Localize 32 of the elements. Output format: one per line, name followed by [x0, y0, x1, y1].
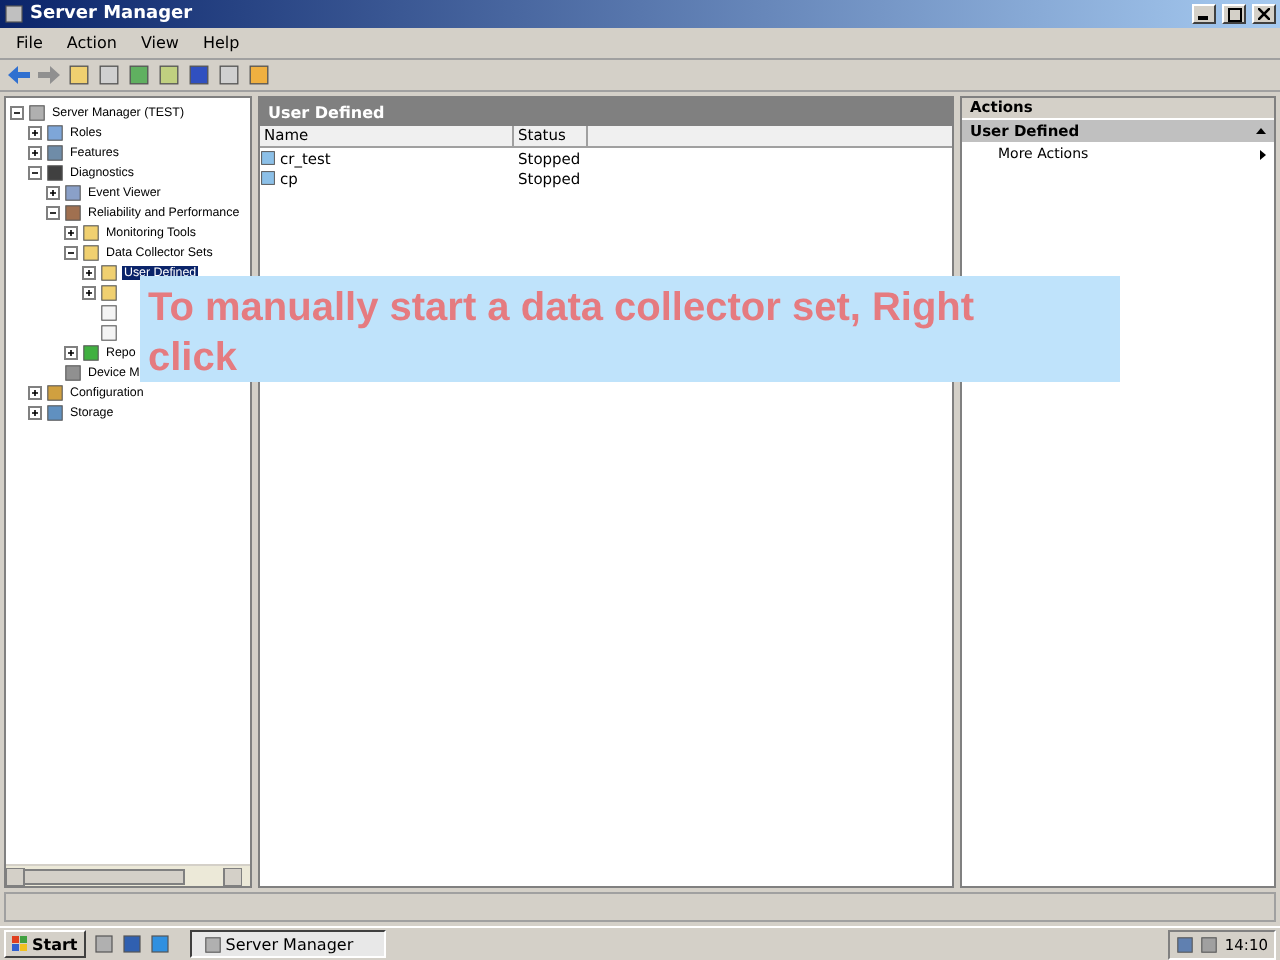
pane-title: User Defined	[260, 98, 952, 126]
maximize-button[interactable]	[1222, 4, 1246, 24]
expand-toggle[interactable]	[46, 185, 60, 199]
start-button[interactable]: Start	[4, 930, 86, 958]
horizontal-scrollbar[interactable]	[6, 867, 242, 885]
minimize-button[interactable]	[1192, 4, 1216, 24]
collapse-toggle[interactable]	[46, 205, 60, 219]
expand-toggle[interactable]	[28, 145, 42, 159]
expand-toggle[interactable]	[28, 405, 42, 419]
expand-toggle[interactable]	[28, 125, 42, 139]
expand-toggle[interactable]	[64, 345, 78, 359]
expand-toggle[interactable]	[28, 385, 42, 399]
collapse-toggle[interactable]	[10, 105, 24, 119]
submenu-arrow-icon	[1260, 149, 1266, 159]
close-icon	[1258, 8, 1270, 20]
close-button[interactable]	[1252, 4, 1276, 24]
menu-item[interactable]: Action	[66, 34, 117, 52]
collapse-toggle[interactable]	[28, 165, 42, 179]
menu-item[interactable]: View	[140, 34, 179, 52]
taskbar-button[interactable]: Server Manager	[189, 930, 386, 958]
back-arrow-icon[interactable]	[8, 66, 30, 84]
tutorial-tooltip: To manually start a data collector set, Right click	[140, 276, 1120, 382]
expand-toggle[interactable]	[82, 265, 96, 279]
window-title: Server Manager	[30, 4, 195, 24]
collapse-icon[interactable]	[1256, 128, 1266, 134]
maximize-icon	[1227, 7, 1241, 21]
menu-item[interactable]: Help	[202, 34, 240, 52]
expand-toggle[interactable]	[64, 225, 78, 239]
expand-toggle[interactable]	[82, 285, 96, 299]
menu-item[interactable]: File	[16, 34, 43, 52]
windows-logo-icon	[12, 936, 28, 952]
collapse-toggle[interactable]	[64, 245, 78, 259]
